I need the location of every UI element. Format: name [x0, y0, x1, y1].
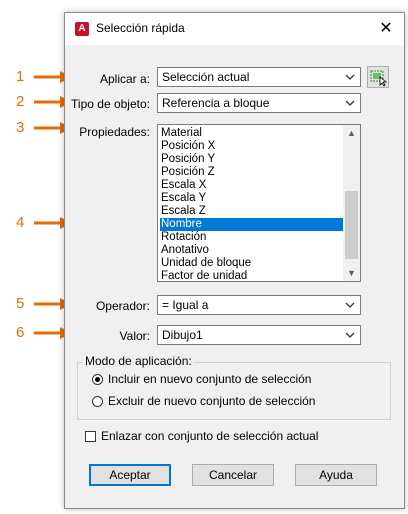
- value-value: Dibujo1: [162, 328, 203, 342]
- dialog-title: Selección rápida: [96, 21, 185, 35]
- callout-number: 6: [16, 324, 25, 341]
- list-item[interactable]: Escala Y: [160, 192, 344, 205]
- callout-number: 5: [16, 295, 25, 312]
- exclude-label[interactable]: Excluir de nuevo conjunto de selección: [108, 394, 315, 408]
- object-type-value: Referencia a bloque: [162, 96, 270, 110]
- quick-select-dialog: A Selección rápida ✕ Aplicar a: Selecció…: [64, 12, 405, 509]
- title-bar: A Selección rápida ✕: [65, 13, 404, 45]
- list-item[interactable]: Rotación: [160, 231, 344, 244]
- list-item[interactable]: Anotativo: [160, 244, 344, 257]
- scroll-down-icon[interactable]: ▼: [343, 265, 360, 281]
- operator-value: = Igual a: [162, 298, 209, 312]
- append-label[interactable]: Enlazar con conjunto de selección actual: [101, 429, 318, 443]
- cancel-button[interactable]: Cancelar: [192, 464, 274, 486]
- list-item[interactable]: Escala Z: [160, 205, 344, 218]
- list-item[interactable]: Unidad de bloque: [160, 257, 344, 270]
- close-icon[interactable]: ✕: [376, 19, 396, 39]
- properties-listbox[interactable]: Material Posición X Posición Y Posición …: [157, 124, 361, 282]
- value-dropdown[interactable]: Dibujo1: [157, 325, 361, 345]
- callout-number: 3: [16, 119, 25, 136]
- ok-button[interactable]: Aceptar: [89, 464, 171, 486]
- chevron-down-icon: [345, 332, 355, 338]
- scrollbar-thumb[interactable]: [345, 191, 358, 259]
- operator-dropdown[interactable]: = Igual a: [157, 295, 361, 315]
- autocad-app-icon: A: [75, 22, 89, 36]
- select-objects-icon: [370, 70, 388, 87]
- exclude-radio[interactable]: [92, 396, 103, 407]
- apply-mode-title: Modo de aplicación:: [83, 354, 194, 368]
- list-item[interactable]: Posición X: [160, 140, 344, 153]
- callout-number: 4: [16, 214, 25, 231]
- list-item[interactable]: Escala X: [160, 179, 344, 192]
- properties-label: Propiedades:: [79, 125, 150, 139]
- apply-mode-group: [77, 362, 391, 420]
- list-item[interactable]: Material: [160, 127, 344, 140]
- list-item[interactable]: Posición Z: [160, 166, 344, 179]
- select-objects-button[interactable]: [367, 66, 389, 88]
- scroll-up-icon[interactable]: ▲: [343, 125, 360, 141]
- apply-to-label: Aplicar a:: [99, 72, 150, 86]
- callout-number: 2: [16, 93, 25, 110]
- chevron-down-icon: [345, 100, 355, 106]
- chevron-down-icon: [345, 74, 355, 80]
- list-item[interactable]: Posición Y: [160, 153, 344, 166]
- apply-to-value: Selección actual: [162, 70, 250, 84]
- include-label[interactable]: Incluir en nuevo conjunto de selección: [108, 372, 311, 386]
- append-checkbox[interactable]: [85, 431, 96, 442]
- operator-label: Operador:: [95, 299, 150, 313]
- properties-scrollbar[interactable]: ▲ ▼: [343, 125, 360, 281]
- include-radio[interactable]: [92, 374, 103, 385]
- chevron-down-icon: [345, 302, 355, 308]
- apply-to-dropdown[interactable]: Selección actual: [157, 67, 361, 87]
- list-item[interactable]: Factor de unidad: [160, 270, 344, 281]
- list-item-selected[interactable]: Nombre: [160, 218, 344, 231]
- object-type-label: Tipo de objeto:: [71, 97, 150, 111]
- value-label: Valor:: [119, 329, 150, 343]
- help-button[interactable]: Ayuda: [295, 464, 377, 486]
- callout-number: 1: [16, 68, 25, 85]
- object-type-dropdown[interactable]: Referencia a bloque: [157, 93, 361, 113]
